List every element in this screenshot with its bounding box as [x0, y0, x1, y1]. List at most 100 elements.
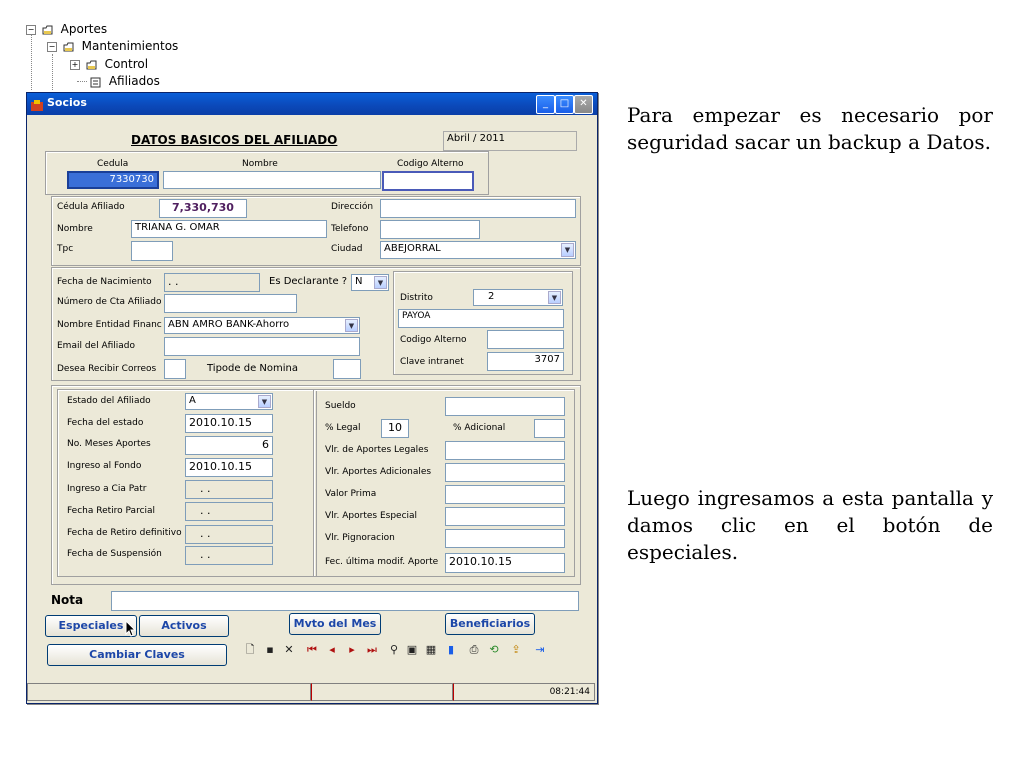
chart-icon[interactable]: ▮	[444, 643, 458, 657]
print-icon[interactable]: ⎙	[467, 643, 481, 657]
ingreso-field[interactable]: 2010.10.15	[185, 458, 273, 477]
cia-field[interactable]: . .	[185, 480, 273, 499]
vlr-legales-field[interactable]	[445, 441, 565, 460]
export-icon[interactable]: ⇪	[509, 643, 523, 657]
tree-label: Aportes	[60, 22, 108, 36]
retiro-def-field[interactable]: . .	[185, 525, 273, 544]
ciudad-select[interactable]: ABEJORRAL ▼	[380, 241, 576, 259]
distrito-label: Distrito	[400, 293, 433, 303]
cedula-search-input[interactable]: 7330730	[67, 171, 159, 189]
cod-alt-field[interactable]	[487, 330, 564, 349]
correos-label: Desea Recibir Correos	[57, 364, 157, 374]
nombre-search-input[interactable]	[163, 171, 381, 189]
delete-icon[interactable]: ✕	[282, 643, 296, 657]
beneficiarios-button[interactable]: Beneficiarios	[445, 613, 535, 635]
prev-icon[interactable]: ◂	[325, 643, 339, 657]
exit-icon[interactable]: ⇥	[533, 643, 547, 657]
chevron-down-icon[interactable]: ▼	[258, 395, 271, 408]
tree-label: Afiliados	[108, 74, 160, 88]
fnac-field[interactable]: . .	[164, 273, 260, 292]
status-time: 08:21:44	[549, 687, 590, 697]
distrito-select[interactable]: 2 ▼	[473, 289, 563, 306]
status-pane-3: 08:21:44	[453, 683, 595, 701]
maximize-icon[interactable]: □	[555, 95, 574, 114]
declarante-value: N	[355, 276, 363, 287]
retiro-parcial-field[interactable]: . .	[185, 502, 273, 521]
mvto-mes-button[interactable]: Mvto del Mes	[289, 613, 381, 635]
estado-select[interactable]: A ▼	[185, 393, 273, 410]
grid-icon[interactable]: ▦	[424, 643, 438, 657]
correos-field[interactable]	[164, 359, 186, 379]
collapse-icon[interactable]: −	[26, 24, 36, 35]
tree-node-control[interactable]: + Control	[70, 56, 148, 72]
especiales-button[interactable]: Especiales	[45, 615, 137, 637]
chevron-down-icon[interactable]: ▼	[561, 243, 574, 257]
folder-icon	[63, 41, 75, 52]
nombre-field[interactable]: TRIANA G. OMAR	[131, 220, 327, 238]
ingreso-label: Ingreso al Fondo	[67, 461, 142, 471]
sueldo-label: Sueldo	[325, 401, 356, 411]
pignoracion-field[interactable]	[445, 529, 565, 548]
view-icon[interactable]: ▣	[405, 643, 419, 657]
email-field[interactable]	[164, 337, 360, 356]
meses-field[interactable]: 6	[185, 436, 273, 455]
adicional-field[interactable]	[534, 419, 565, 438]
new-icon[interactable]: 🗋	[243, 643, 257, 657]
cedula-afiliado-field[interactable]: 7,330,730	[159, 199, 247, 218]
tpc-field[interactable]	[131, 241, 173, 261]
clave-field[interactable]: 3707	[487, 352, 564, 371]
cambiar-claves-button[interactable]: Cambiar Claves	[47, 644, 227, 666]
vlr-adicionales-field[interactable]	[445, 463, 565, 482]
ultima-field[interactable]: 2010.10.15	[445, 553, 565, 573]
entidad-select[interactable]: ABN AMRO BANK-Ahorro ▼	[164, 317, 360, 334]
especial-field[interactable]	[445, 507, 565, 526]
minimize-icon[interactable]: _	[536, 95, 555, 114]
app-icon	[31, 97, 43, 111]
sueldo-field[interactable]	[445, 397, 565, 416]
nomina-field[interactable]	[333, 359, 361, 379]
collapse-icon[interactable]: −	[47, 41, 57, 52]
chevron-down-icon[interactable]: ▼	[548, 291, 561, 304]
suspension-field[interactable]: . .	[185, 546, 273, 565]
fecha-estado-field[interactable]: 2010.10.15	[185, 414, 273, 433]
cta-label: Número de Cta Afiliado	[57, 297, 162, 307]
clave-label: Clave intranet	[400, 357, 464, 367]
close-icon[interactable]: ✕	[574, 95, 593, 114]
first-icon[interactable]: ⏮	[305, 643, 319, 657]
distrito-value: 2	[488, 291, 495, 302]
entidad-value: ABN AMRO BANK-Ahorro	[168, 319, 290, 330]
declarante-select[interactable]: N ▼	[351, 274, 389, 291]
chevron-down-icon[interactable]: ▼	[374, 276, 387, 289]
find-icon[interactable]: ⚲	[387, 643, 401, 657]
nomina-label: Tipode de Nomina	[207, 363, 298, 374]
last-icon[interactable]: ⏭	[365, 643, 379, 657]
legal-field[interactable]: 10	[381, 419, 409, 438]
tree-node-afiliados[interactable]: Afiliados	[90, 73, 160, 89]
fnac-label: Fecha de Nacimiento	[57, 277, 152, 287]
ultima-label: Fec. última modif. Aporte	[325, 557, 439, 567]
tree-node-aportes[interactable]: − Aportes	[26, 21, 107, 37]
title-bar[interactable]: Socios _ □ ✕	[27, 93, 597, 115]
telefono-field[interactable]	[380, 220, 480, 239]
refresh-icon[interactable]: ⟲	[487, 643, 501, 657]
distrito-name-field[interactable]: PAYOA	[398, 309, 564, 328]
activos-button[interactable]: Activos	[139, 615, 229, 637]
expand-icon[interactable]: +	[70, 59, 80, 70]
window-title: Socios	[47, 96, 87, 109]
fecha-estado-label: Fecha del estado	[67, 418, 144, 428]
chevron-down-icon[interactable]: ▼	[345, 319, 358, 332]
prima-field[interactable]	[445, 485, 565, 504]
tree-node-mantenimientos[interactable]: − Mantenimientos	[47, 38, 178, 54]
retiro-parcial-label: Fecha Retiro Parcial	[67, 506, 156, 516]
mouse-cursor-icon	[125, 619, 137, 638]
cta-field[interactable]	[164, 294, 297, 313]
nota-field[interactable]	[111, 591, 579, 611]
cod-alt-label: Codigo Alterno	[400, 335, 467, 345]
direccion-field[interactable]	[380, 199, 576, 218]
cedula-label: Cédula Afiliado	[57, 202, 125, 212]
codigo-search-input[interactable]	[382, 171, 474, 191]
instruction-paragraph-2: Luego ingresamos a esta pantalla y damos…	[627, 486, 993, 564]
save-icon[interactable]: ▪	[263, 643, 277, 657]
next-icon[interactable]: ▸	[345, 643, 359, 657]
direccion-label: Dirección	[331, 202, 374, 212]
